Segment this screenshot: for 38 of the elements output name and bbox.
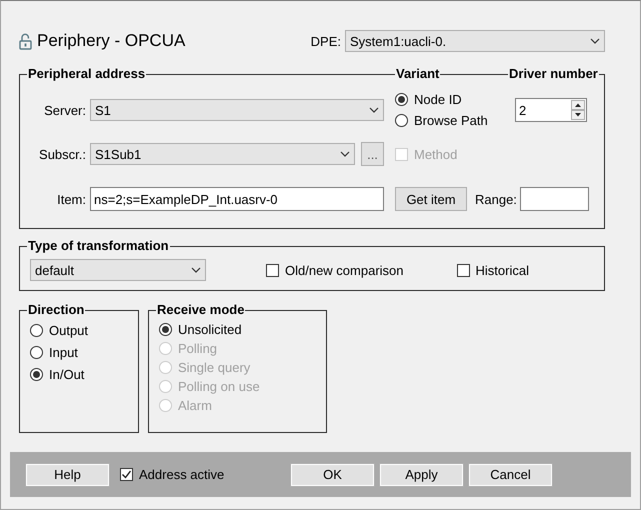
historical-checkbox[interactable]: Historical xyxy=(456,260,529,280)
dpe-dropdown[interactable]: System1:uacli-0. xyxy=(345,30,605,52)
radio-option[interactable]: Node ID xyxy=(395,90,508,109)
driver-number-spinbox[interactable]: 2 xyxy=(515,98,587,122)
range-field[interactable] xyxy=(520,187,589,211)
dialog-button[interactable]: OK xyxy=(290,462,375,486)
group-title: Type of transformation xyxy=(27,238,170,254)
comparison-checkbox[interactable]: Old/new comparison xyxy=(266,260,404,280)
spin-up-icon[interactable] xyxy=(571,100,585,110)
padlock-icon xyxy=(19,32,32,50)
spin-down-icon[interactable] xyxy=(571,110,585,120)
transformation-dropdown[interactable]: default xyxy=(30,259,206,281)
dpe-label: DPE: xyxy=(310,34,341,48)
dialog-button[interactable]: Apply xyxy=(379,462,464,486)
dialog-title: Periphery - OPCUA xyxy=(37,31,186,51)
address-active-checkbox[interactable]: Address active xyxy=(120,465,224,484)
chevron-down-icon xyxy=(590,38,600,44)
subscription-dropdown[interactable]: S1Sub1 xyxy=(90,143,355,165)
chevron-down-icon xyxy=(191,267,201,273)
chevron-down-icon xyxy=(340,151,350,157)
get-item-button[interactable]: Get item xyxy=(395,187,467,211)
radio-option[interactable]: Unsolicited xyxy=(159,320,326,339)
server-dropdown[interactable]: S1 xyxy=(90,99,384,121)
group-title: Peripheral address xyxy=(27,66,146,82)
item-label: Item: xyxy=(57,192,87,206)
chevron-down-icon xyxy=(369,107,379,113)
radio-option[interactable]: In/Out xyxy=(30,365,138,384)
radio-option[interactable]: Browse Path xyxy=(395,111,508,130)
browse-button[interactable]: ... xyxy=(361,142,384,166)
item-field[interactable]: ns=2;s=ExampleDP_Int.uasrv-0 xyxy=(90,187,384,211)
server-label: Server: xyxy=(44,102,87,118)
dialog-button[interactable]: Cancel xyxy=(468,462,553,486)
radio-option[interactable]: Output xyxy=(30,321,138,340)
range-label: Range: xyxy=(475,192,517,206)
subscription-label: Subscr.: xyxy=(39,146,87,162)
checkmark-icon xyxy=(121,469,132,480)
help-button[interactable]: Help xyxy=(25,462,110,486)
radio-option[interactable]: Input xyxy=(30,343,138,362)
